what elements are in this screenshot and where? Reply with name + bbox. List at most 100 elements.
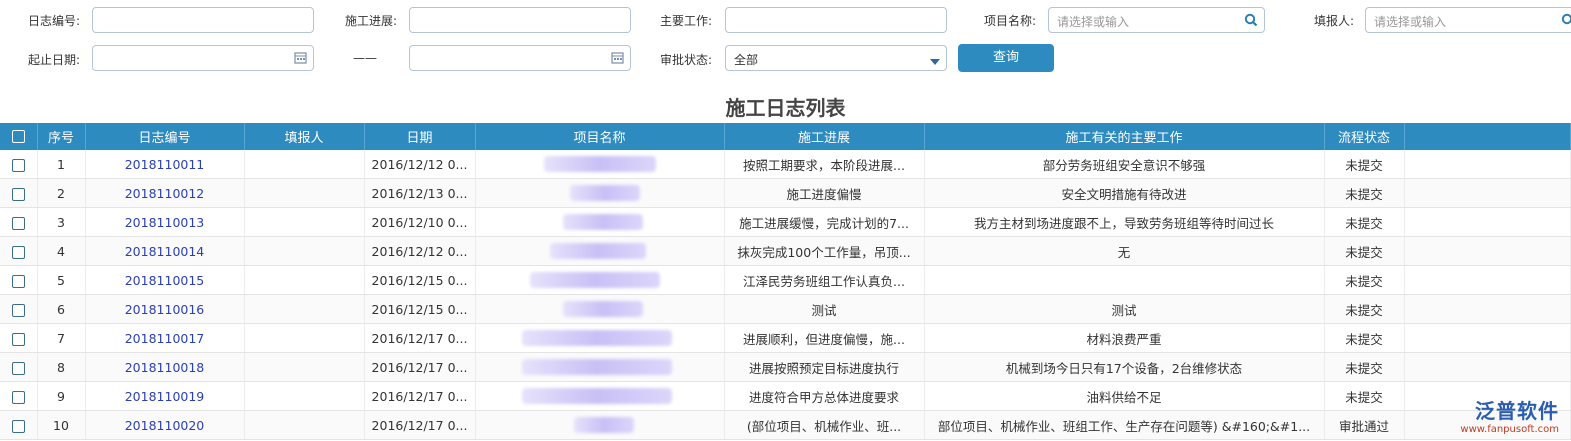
- table-row[interactable]: 1 2018110011 2016/12/12 0... 按照工期要求，本阶段进展..…: [0, 150, 1571, 179]
- row-checkbox[interactable]: [0, 294, 38, 324]
- cell-log-no[interactable]: 2018110018: [85, 352, 245, 382]
- table-row[interactable]: 5 2018110015 2016/12/15 0... 江泽民劳务班组工作认真负..…: [0, 265, 1571, 295]
- header-status[interactable]: 流程状态: [1324, 123, 1405, 150]
- select-all-checkbox[interactable]: [0, 123, 38, 150]
- brand-logo: 泛普软件 www.fanpusoft.com: [1460, 395, 1559, 435]
- project-placeholder: 请选择或输入: [1057, 15, 1130, 29]
- cell-status: 未提交: [1324, 323, 1405, 353]
- date-label: 起止日期:: [27, 53, 80, 67]
- header-no[interactable]: 序号: [37, 123, 86, 150]
- row-checkbox[interactable]: [0, 150, 38, 179]
- header-project[interactable]: 项目名称: [475, 123, 725, 150]
- cell-date: 2016/12/17 0...: [364, 410, 476, 440]
- redacted-project: [549, 243, 646, 260]
- header-main-work[interactable]: 施工有关的主要工作: [924, 123, 1325, 150]
- cell-reporter: [244, 207, 365, 237]
- search-icon[interactable]: [1561, 13, 1571, 30]
- cell-status: 审批通过: [1324, 410, 1405, 440]
- cell-status: 未提交: [1324, 207, 1405, 237]
- progress-input[interactable]: [409, 7, 631, 33]
- cell-status: 未提交: [1324, 150, 1405, 179]
- header-reporter[interactable]: 填报人: [244, 123, 365, 150]
- cell-log-no[interactable]: 2018110017: [85, 323, 245, 353]
- header-progress[interactable]: 施工进展: [724, 123, 925, 150]
- table-row[interactable]: 10 2018110020 2016/12/17 0... (部位项目、机械作业、班.…: [0, 410, 1571, 440]
- header-date[interactable]: 日期: [364, 123, 476, 150]
- cell-progress: 按照工期要求，本阶段进展...: [724, 150, 925, 179]
- cell-log-no[interactable]: 2018110014: [85, 236, 245, 266]
- redacted-project: [521, 330, 672, 347]
- cell-main-work: 我方主材到场进度跟不上，导致劳务班组等待时间过长: [924, 207, 1325, 237]
- row-checkbox[interactable]: [0, 323, 38, 353]
- table-row[interactable]: 2 2018110012 2016/12/13 0... 施工进度偏慢 安全文明措施有待…: [0, 178, 1571, 208]
- cell-reporter: [244, 178, 365, 208]
- row-checkbox[interactable]: [0, 410, 38, 440]
- cell-reporter: [244, 410, 365, 440]
- cell-project: [475, 207, 725, 237]
- calendar-icon[interactable]: [294, 51, 307, 67]
- cell-project: [475, 236, 725, 266]
- cell-log-no[interactable]: 2018110013: [85, 207, 245, 237]
- header-log-no[interactable]: 日志编号: [85, 123, 245, 150]
- cell-status: 未提交: [1324, 236, 1405, 266]
- table-row[interactable]: 3 2018110013 2016/12/10 0... 施工进展缓慢，完成计划的7.…: [0, 207, 1571, 237]
- search-icon[interactable]: [1244, 13, 1258, 30]
- log-table: 序号 日志编号 填报人 日期 项目名称 施工进展 施工有关的主要工作 流程状态 …: [0, 123, 1571, 440]
- cell-reporter: [244, 323, 365, 353]
- main-work-input[interactable]: [725, 7, 947, 33]
- table-title: 施工日志列表: [725, 96, 846, 120]
- progress-label: 施工进展:: [344, 14, 397, 28]
- row-checkbox[interactable]: [0, 265, 38, 295]
- log-no-label: 日志编号:: [27, 14, 80, 28]
- row-checkbox[interactable]: [0, 207, 38, 237]
- project-input[interactable]: 请选择或输入: [1048, 7, 1265, 33]
- cell-status: 未提交: [1324, 178, 1405, 208]
- row-checkbox[interactable]: [0, 381, 38, 411]
- redacted-project: [543, 156, 656, 173]
- cell-log-no[interactable]: 2018110012: [85, 178, 245, 208]
- log-no-input[interactable]: [92, 7, 314, 33]
- table-row[interactable]: 6 2018110016 2016/12/15 0... 测试 测试 未提交: [0, 294, 1571, 324]
- cell-project: [475, 294, 725, 324]
- cell-progress: 施工进度偏慢: [724, 178, 925, 208]
- table-row[interactable]: 8 2018110018 2016/12/17 0... 进展按照预定目标进度执行 机械…: [0, 352, 1571, 382]
- cell-progress: 江泽民劳务班组工作认真负...: [724, 265, 925, 295]
- reporter-input[interactable]: 请选择或输入: [1365, 7, 1571, 33]
- calendar-icon[interactable]: [611, 51, 624, 67]
- cell-main-work: 材料浪费严重: [924, 323, 1325, 353]
- approval-select[interactable]: 全部: [725, 45, 947, 71]
- cell-main-work: 机械到场今日只有17个设备，2台维修状态: [924, 352, 1325, 382]
- cell-no: 2: [37, 178, 86, 208]
- table-row[interactable]: 9 2018110019 2016/12/17 0... 进度符合甲方总体进度要求 油料…: [0, 381, 1571, 411]
- cell-no: 6: [37, 294, 86, 324]
- cell-no: 3: [37, 207, 86, 237]
- cell-log-no[interactable]: 2018110020: [85, 410, 245, 440]
- cell-log-no[interactable]: 2018110016: [85, 294, 245, 324]
- row-checkbox[interactable]: [0, 352, 38, 382]
- row-checkbox[interactable]: [0, 236, 38, 266]
- redacted-project: [521, 388, 672, 405]
- chevron-down-icon[interactable]: [930, 55, 940, 69]
- cell-status: 未提交: [1324, 381, 1405, 411]
- row-checkbox[interactable]: [0, 178, 38, 208]
- redacted-project: [562, 301, 643, 318]
- cell-progress: 测试: [724, 294, 925, 324]
- end-date-input[interactable]: [409, 45, 631, 71]
- query-button[interactable]: 查询: [958, 44, 1054, 72]
- cell-filler: [1404, 236, 1571, 266]
- reporter-placeholder: 请选择或输入: [1374, 15, 1447, 29]
- cell-log-no[interactable]: 2018110011: [85, 150, 245, 179]
- logo-text: 泛普软件: [1475, 399, 1559, 423]
- cell-no: 10: [37, 410, 86, 440]
- cell-status: 未提交: [1324, 265, 1405, 295]
- cell-reporter: [244, 352, 365, 382]
- cell-log-no[interactable]: 2018110019: [85, 381, 245, 411]
- cell-main-work: 测试: [924, 294, 1325, 324]
- cell-no: 4: [37, 236, 86, 266]
- cell-log-no[interactable]: 2018110015: [85, 265, 245, 295]
- table-row[interactable]: 4 2018110014 2016/12/12 0... 抹灰完成100个工作量，吊顶…: [0, 236, 1571, 266]
- table-row[interactable]: 7 2018110017 2016/12/17 0... 进展顺利，但进度偏慢，施..…: [0, 323, 1571, 353]
- cell-reporter: [244, 236, 365, 266]
- start-date-input[interactable]: [92, 45, 314, 71]
- redacted-project: [569, 185, 640, 202]
